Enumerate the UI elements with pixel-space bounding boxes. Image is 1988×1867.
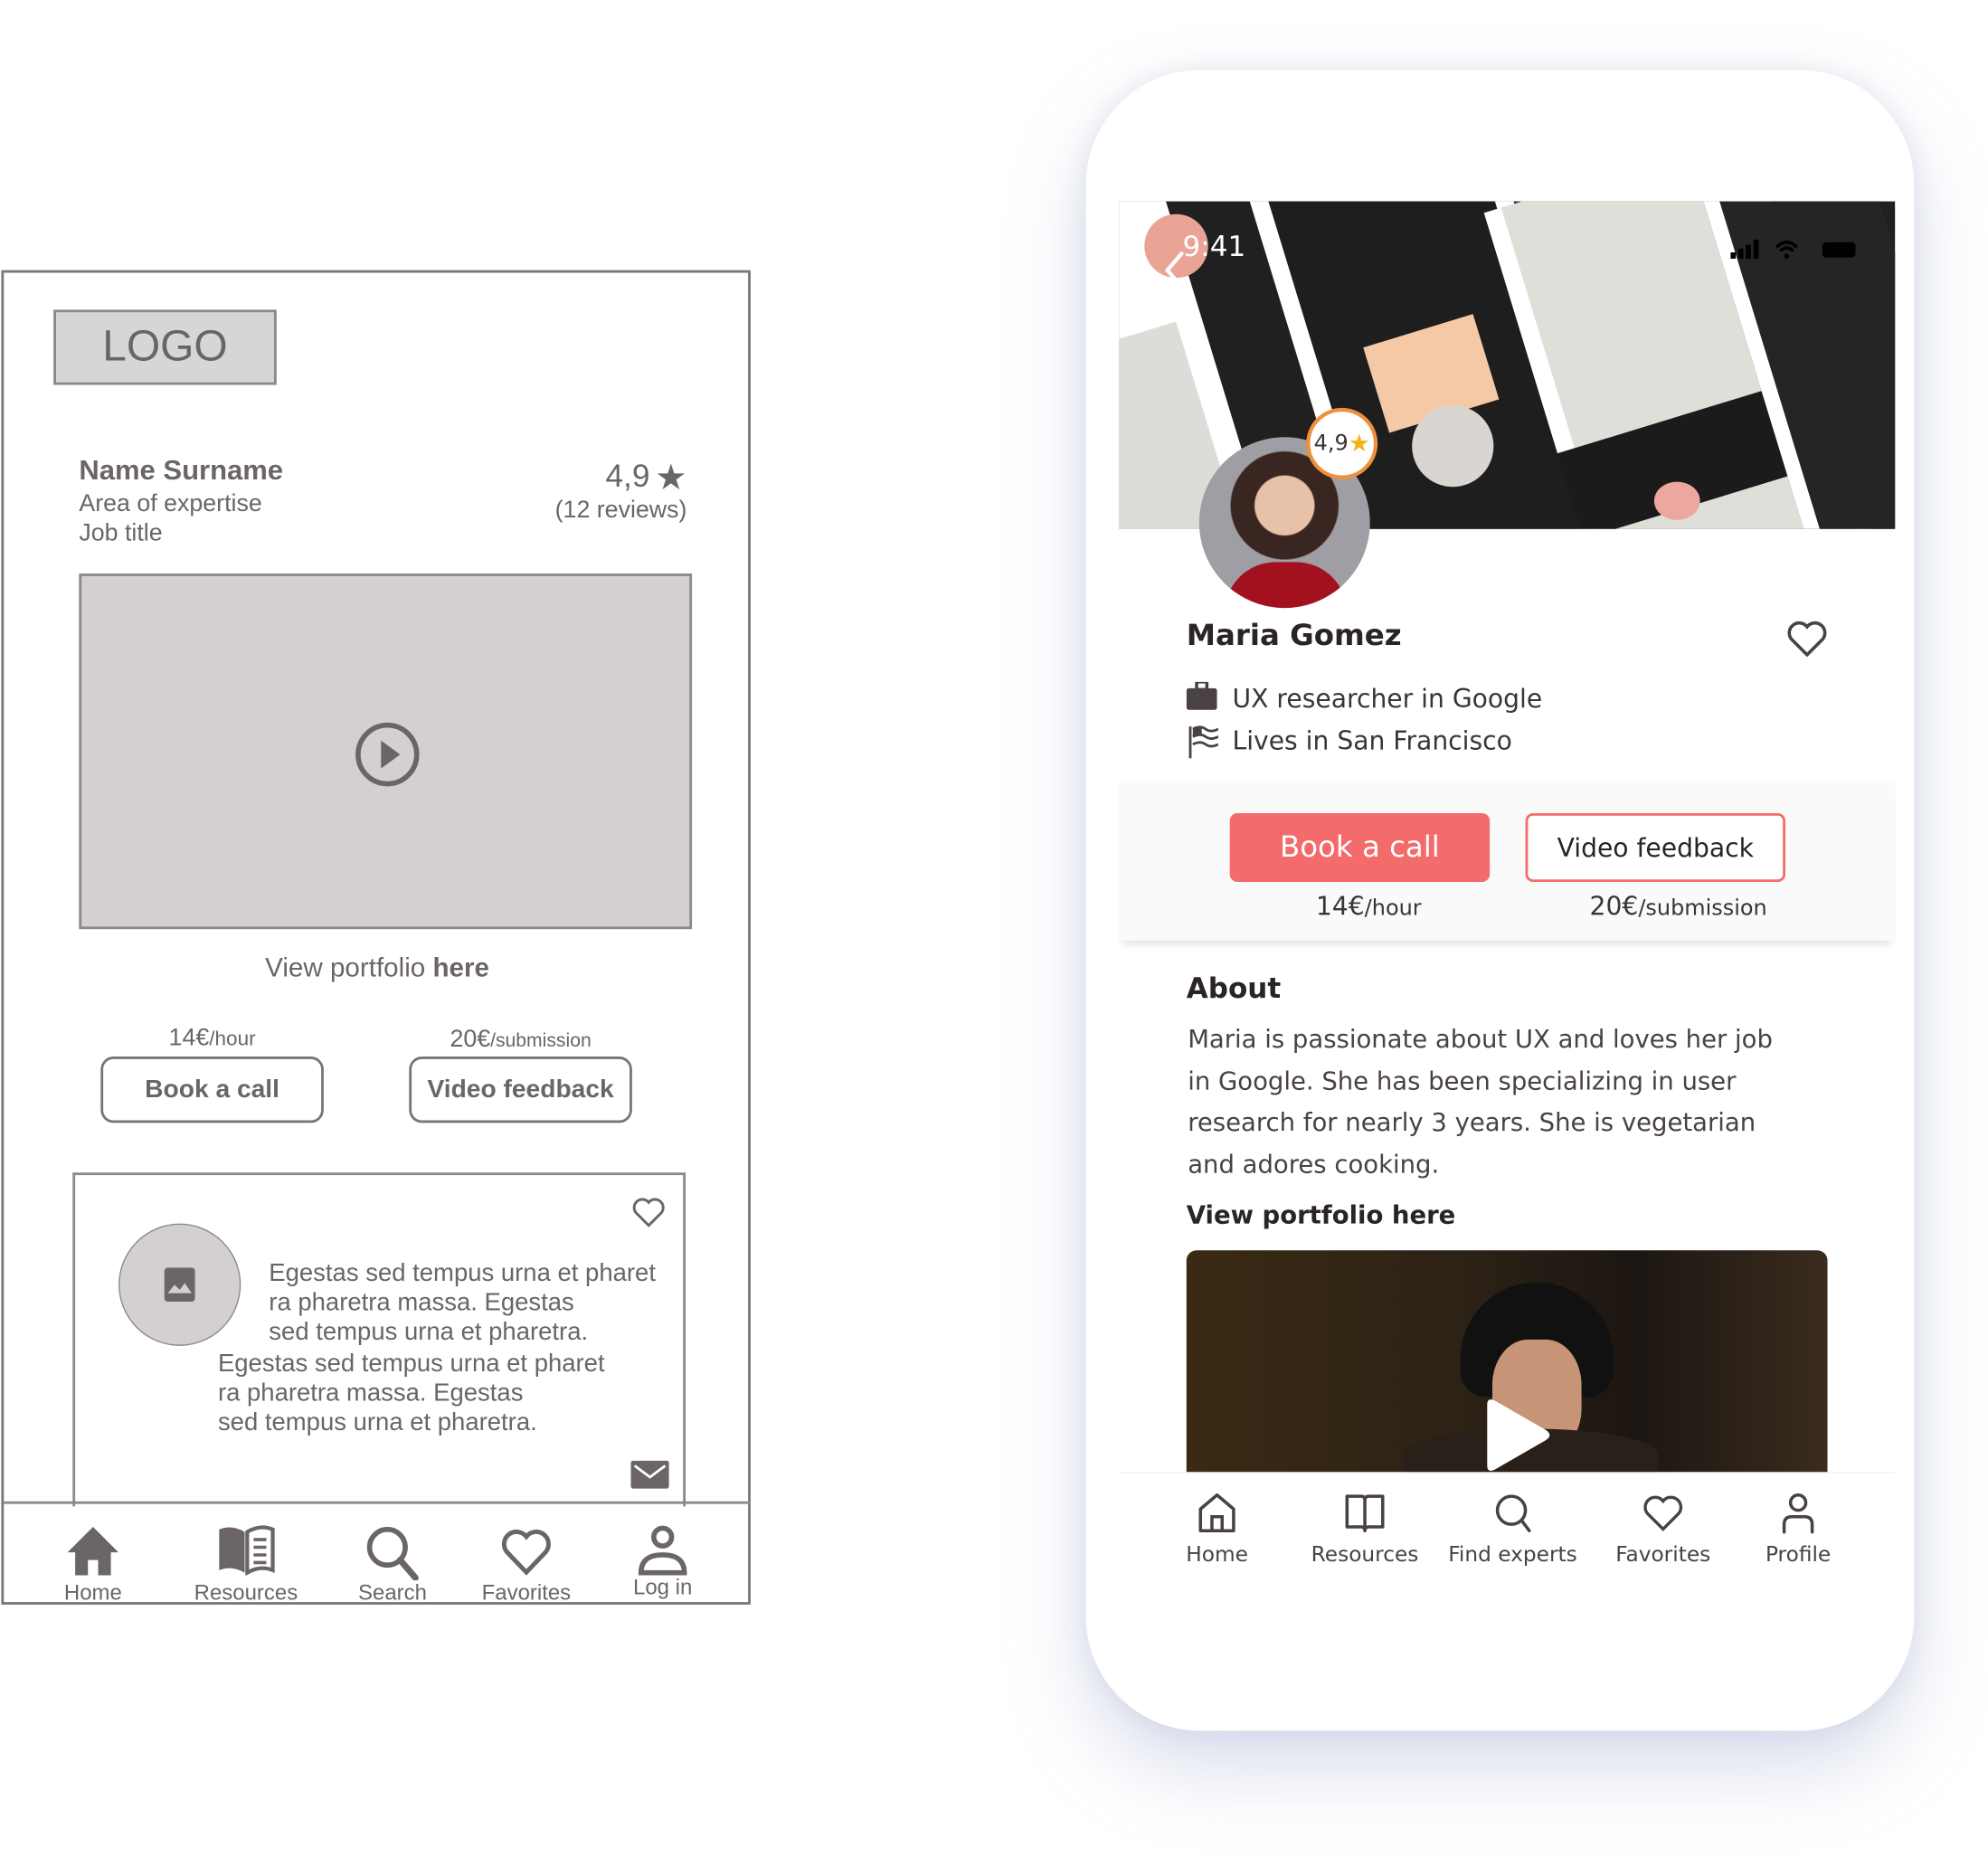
view-portfolio-link[interactable]: View portfolio here xyxy=(1187,1200,1455,1229)
price-amount: 20€ xyxy=(1589,890,1639,922)
play-icon[interactable] xyxy=(355,721,421,787)
text-line: Egestas sed tempus urna et pharet xyxy=(269,1259,656,1288)
text-line: ra pharetra massa. Egestas xyxy=(269,1288,574,1317)
briefcase-icon xyxy=(1186,681,1217,710)
image-icon xyxy=(164,1267,195,1303)
portfolio-link[interactable]: here xyxy=(432,953,489,982)
review-text-1: Egestas sed tempus urna et pharet ra pha… xyxy=(269,1259,656,1347)
view-portfolio: View portfolio here xyxy=(4,953,751,984)
home-icon xyxy=(1198,1493,1235,1532)
nav-find-experts[interactable]: Find experts xyxy=(1443,1492,1583,1567)
mail-icon[interactable] xyxy=(630,1460,669,1489)
price-call: 14€/hour xyxy=(100,1025,324,1053)
text-line: in Google. She has been specializing in … xyxy=(1188,1066,1737,1096)
about-heading: About xyxy=(1186,973,1282,1006)
nav-label: Log in xyxy=(633,1575,693,1600)
expert-name: Maria Gomez xyxy=(1186,619,1402,653)
text-line: sed tempus urna et pharetra. xyxy=(217,1407,537,1436)
price-amount: 14€ xyxy=(1315,890,1365,922)
play-icon[interactable] xyxy=(1482,1397,1554,1472)
star-icon: ★ xyxy=(1348,429,1370,458)
book-icon xyxy=(1345,1494,1385,1532)
rating-badge: 4,9 ★ xyxy=(1306,407,1378,479)
rating: 4,9 ★ xyxy=(605,456,686,498)
search-icon xyxy=(366,1526,419,1581)
status-time: 9:41 xyxy=(1182,232,1246,264)
wireframe-screen: LOGO Name Surname Area of expertise Job … xyxy=(1,270,751,1607)
text-line: sed tempus urna et pharetra. xyxy=(269,1317,589,1346)
heart-icon xyxy=(1643,1495,1683,1531)
favorite-heart-icon[interactable] xyxy=(1784,617,1831,660)
location: Lives in San Francisco xyxy=(1232,725,1512,756)
nav-resources[interactable]: Resources xyxy=(1295,1492,1435,1567)
price-call: 14€/hour xyxy=(1230,891,1508,922)
about-text: Maria is passionate about UX and loves h… xyxy=(1188,1019,1773,1185)
heart-icon[interactable] xyxy=(630,1194,666,1229)
bottom-nav: Home Resources Search Favorites Log in xyxy=(4,1501,751,1607)
nav-label: Home xyxy=(1186,1541,1248,1567)
price-video: 20€/submission xyxy=(409,1026,632,1054)
nav-home[interactable]: Home xyxy=(1147,1492,1287,1567)
job-title: UX researcher in Google xyxy=(1232,683,1543,715)
home-icon xyxy=(67,1526,119,1576)
video-feedback-button[interactable]: Video feedback xyxy=(1525,812,1786,883)
expert-job: Job title xyxy=(79,519,163,547)
user-icon xyxy=(638,1525,687,1576)
nav-label: Profile xyxy=(1765,1541,1832,1567)
review-card: Egestas sed tempus urna et pharet ra pha… xyxy=(72,1172,686,1507)
nav-label: Home xyxy=(63,1580,122,1605)
video-feedback-button[interactable]: Video feedback xyxy=(409,1057,632,1123)
nav-label: Find experts xyxy=(1448,1541,1577,1567)
book-call-button[interactable]: Book a call xyxy=(100,1057,324,1123)
video-placeholder[interactable] xyxy=(79,573,693,930)
text-line: research for nearly 3 years. She is vege… xyxy=(1188,1107,1756,1137)
nav-label: Favorites xyxy=(1615,1541,1711,1567)
nav-label: Search xyxy=(358,1580,427,1605)
expert-name: Name Surname xyxy=(79,453,284,486)
portfolio-video[interactable] xyxy=(1186,1250,1828,1473)
book-icon xyxy=(219,1525,275,1576)
status-icons xyxy=(1730,239,1856,260)
nav-profile[interactable]: Profile xyxy=(1728,1492,1869,1567)
price-video: 20€/submission xyxy=(1542,891,1815,922)
price-unit: /submission xyxy=(490,1029,592,1052)
price-amount: 20€ xyxy=(450,1026,491,1053)
rating-value: 4,9 xyxy=(1313,431,1349,457)
review-text-2: Egestas sed tempus urna et pharet ra pha… xyxy=(218,1350,605,1437)
search-icon xyxy=(1495,1494,1531,1532)
nav-label: Resources xyxy=(1311,1541,1419,1567)
logo: LOGO xyxy=(53,309,277,385)
portfolio-prefix: View portfolio xyxy=(265,952,433,983)
nav-favorites[interactable]: Favorites xyxy=(1593,1492,1733,1567)
text-line: ra pharetra massa. Egestas xyxy=(217,1379,524,1407)
nav-label: Favorites xyxy=(481,1580,572,1605)
expert-area: Area of expertise xyxy=(79,490,262,518)
book-call-button[interactable]: Book a call xyxy=(1229,812,1491,883)
price-unit: /hour xyxy=(1364,896,1422,922)
reviews-count: (12 reviews) xyxy=(554,497,687,525)
heart-icon xyxy=(501,1529,551,1576)
price-unit: /hour xyxy=(209,1028,256,1051)
user-icon xyxy=(1782,1493,1814,1534)
avatar-placeholder xyxy=(118,1223,241,1346)
text-line: Egestas sed tempus urna et pharet xyxy=(217,1350,605,1379)
price-amount: 14€ xyxy=(168,1024,210,1052)
price-unit: /submission xyxy=(1638,896,1767,922)
rating-value: 4,9 xyxy=(605,459,650,495)
stage: LOGO Name Surname Area of expertise Job … xyxy=(0,0,1988,1867)
back-chevron-icon[interactable] xyxy=(1162,250,1188,290)
nav-label: Resources xyxy=(194,1580,298,1605)
flag-icon xyxy=(1188,725,1219,759)
text-line: and adores cooking. xyxy=(1188,1149,1440,1179)
text-line: Maria is passionate about UX and loves h… xyxy=(1188,1024,1773,1055)
star-icon: ★ xyxy=(655,457,687,498)
